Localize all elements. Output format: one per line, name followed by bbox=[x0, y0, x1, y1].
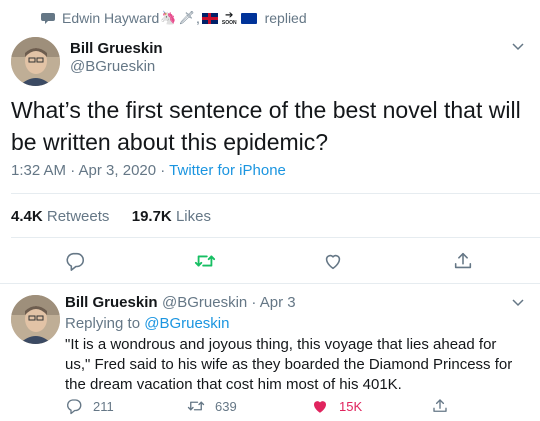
chevron-down-icon[interactable] bbox=[510, 38, 526, 54]
replying-to-prefix: Replying to bbox=[65, 315, 145, 332]
eu-flag bbox=[240, 12, 257, 24]
retweets-stat[interactable]: 4.4K Retweets bbox=[11, 208, 109, 225]
tweet-text: What’s the first sentence of the best no… bbox=[11, 97, 521, 155]
tweet-timestamp[interactable]: 1:32 AM · Apr 3, 2020 · bbox=[11, 162, 169, 179]
replying-to-handle[interactable]: @BGrueskin bbox=[144, 315, 229, 332]
share-icon[interactable] bbox=[452, 250, 474, 272]
tweet-meta: 1:32 AM · Apr 3, 2020 · Twitter for iPho… bbox=[11, 162, 286, 179]
context-user[interactable]: Edwin Hayward bbox=[62, 10, 159, 26]
reply-author-avatar[interactable] bbox=[11, 295, 60, 344]
author-name[interactable]: Bill Grueskin bbox=[70, 40, 163, 57]
unicorn-emoji: 🦄 bbox=[160, 10, 177, 25]
reply-icon[interactable] bbox=[64, 250, 86, 272]
reply-icon bbox=[67, 399, 82, 415]
retweet-count: 639 bbox=[215, 398, 237, 414]
author-avatar[interactable] bbox=[11, 37, 60, 86]
tweet-stats: 4.4K Retweets 19.7K Likes bbox=[11, 208, 211, 225]
replying-to: Replying to @BGrueskin bbox=[65, 315, 229, 332]
chevron-down-icon[interactable] bbox=[510, 294, 526, 310]
avatar-photo bbox=[11, 295, 60, 344]
soon-arrow-emoji: ➔ SOON bbox=[221, 9, 237, 26]
reply-header: Bill Grueskin @BGrueskin · Apr 3 bbox=[65, 294, 296, 312]
retweets-count: 4.4K bbox=[11, 208, 43, 225]
likes-stat[interactable]: 19.7K Likes bbox=[132, 208, 211, 225]
speech-bubble-icon bbox=[41, 13, 55, 24]
reply-count: 211 bbox=[93, 398, 114, 414]
social-context: Edwin Hayward 🦄 🗡 , ➔ SOON replied bbox=[40, 8, 307, 28]
likes-label: Likes bbox=[175, 208, 211, 225]
share-action[interactable] bbox=[431, 397, 459, 415]
context-comma: , bbox=[195, 10, 200, 26]
divider bbox=[0, 283, 540, 284]
reply-author-handle-date[interactable]: @BGrueskin · Apr 3 bbox=[162, 294, 296, 311]
uk-flag bbox=[201, 12, 218, 24]
soon-label: SOON bbox=[221, 19, 237, 26]
like-count: 15K bbox=[339, 398, 363, 414]
context-action: replied bbox=[264, 10, 307, 26]
retweets-label: Retweets bbox=[46, 208, 110, 225]
divider bbox=[11, 237, 540, 238]
tweet-source[interactable]: Twitter for iPhone bbox=[169, 162, 286, 179]
reply-action[interactable]: 211 bbox=[65, 397, 114, 415]
reply-text: "It is a wondrous and joyous thing, this… bbox=[65, 336, 513, 393]
like-action[interactable]: 15K bbox=[311, 397, 362, 415]
retweet-action[interactable]: 639 bbox=[187, 397, 237, 415]
heart-icon bbox=[314, 401, 326, 413]
author-handle[interactable]: @BGrueskin bbox=[70, 58, 155, 75]
share-icon bbox=[433, 399, 447, 412]
heart-icon[interactable] bbox=[322, 250, 344, 272]
divider bbox=[11, 193, 540, 194]
likes-count: 19.7K bbox=[131, 208, 172, 225]
tweet-thread: Edwin Hayward 🦄 🗡 , ➔ SOON replied Bill … bbox=[0, 0, 540, 421]
retweet-icon[interactable] bbox=[194, 250, 216, 272]
retweet-icon bbox=[187, 401, 205, 411]
reply-author-name[interactable]: Bill Grueskin bbox=[65, 294, 158, 311]
sword-emoji: 🗡 bbox=[178, 10, 195, 25]
avatar-photo bbox=[11, 37, 60, 86]
